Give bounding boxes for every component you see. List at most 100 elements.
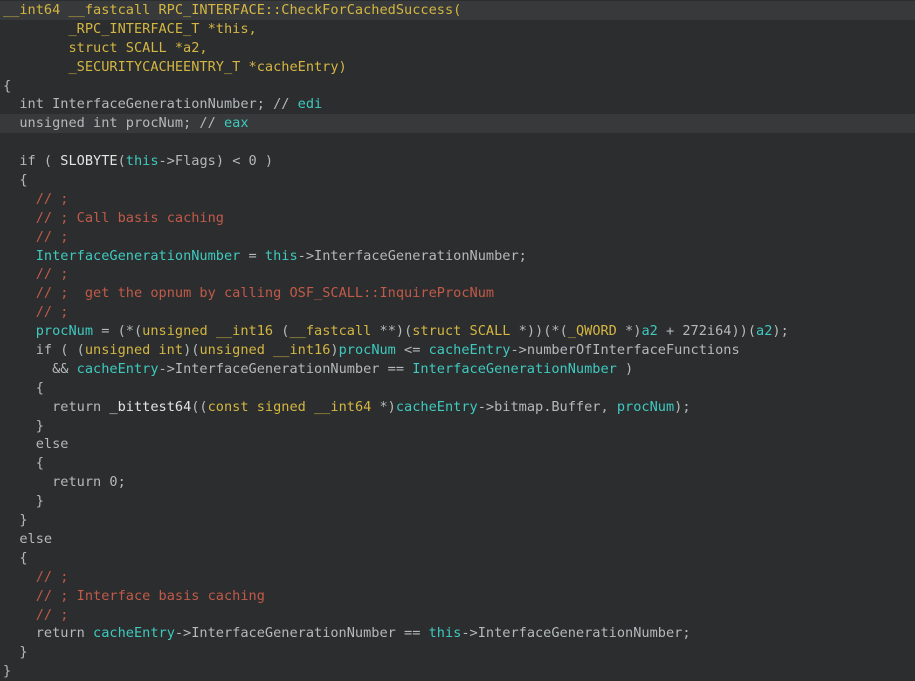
code-line[interactable]: struct SCALL *a2, <box>3 39 915 58</box>
code-token-default: else <box>3 436 68 452</box>
code-line[interactable]: { <box>3 549 915 568</box>
code-token-default <box>3 588 36 604</box>
code-token-default: } <box>3 644 28 660</box>
code-line[interactable]: return cacheEntry->InterfaceGenerationNu… <box>3 624 915 643</box>
code-token-default: ); <box>674 399 690 415</box>
code-line[interactable]: } <box>3 417 915 436</box>
code-token-default: } <box>3 663 11 679</box>
code-token-type: unsigned __int16 <box>199 342 330 358</box>
code-line[interactable]: } <box>3 511 915 530</box>
code-line[interactable]: procNum = (*(unsigned __int16 (__fastcal… <box>3 322 915 341</box>
code-line[interactable]: if ( SLOBYTE(this->Flags) < 0 ) <box>3 152 915 171</box>
code-token-default: { <box>3 172 28 188</box>
code-line[interactable]: // ; <box>3 303 915 322</box>
code-token-variable: InterfaceGenerationNumber <box>36 248 241 264</box>
code-line[interactable]: { <box>3 454 915 473</box>
code-token-variable: a2 <box>641 323 657 339</box>
code-token-type: _RPC_INTERFACE_T *this, <box>3 21 257 37</box>
code-token-comment: // ; <box>36 607 69 623</box>
code-token-default: } <box>3 512 28 528</box>
code-token-default: ); <box>772 323 788 339</box>
code-token-comment: // ; Interface basis caching <box>36 588 265 604</box>
code-line[interactable]: // ; <box>3 190 915 209</box>
code-token-default: { <box>3 78 11 94</box>
code-token-variable: procNum <box>36 323 93 339</box>
code-line[interactable] <box>3 133 915 152</box>
code-token-default <box>3 248 36 264</box>
code-token-comment: // ; <box>36 304 69 320</box>
code-token-default: )( <box>183 342 199 358</box>
code-line[interactable]: } <box>3 662 915 681</box>
code-token-default: ->InterfaceGenerationNumber == <box>159 361 413 377</box>
code-token-variable: cacheEntry <box>77 361 159 377</box>
code-token-default: = <box>240 248 265 264</box>
code-token-default: { <box>3 455 44 471</box>
code-token-default: *))(*( <box>510 323 567 339</box>
code-token-default: return <box>3 399 109 415</box>
code-line[interactable]: // ; Call basis caching <box>3 209 915 228</box>
code-line[interactable]: // ; <box>3 568 915 587</box>
code-token-comment: // ; <box>36 569 69 585</box>
code-token-variable: cacheEntry <box>396 399 478 415</box>
code-token-default: **)( <box>371 323 412 339</box>
code-token-variable: procNum <box>339 342 396 358</box>
code-line[interactable]: && cacheEntry->InterfaceGenerationNumber… <box>3 360 915 379</box>
code-line[interactable]: // ; <box>3 228 915 247</box>
code-line[interactable]: } <box>3 643 915 662</box>
code-token-default: } <box>3 493 44 509</box>
code-line[interactable]: { <box>3 379 915 398</box>
code-token-comment: // ; <box>36 191 69 207</box>
code-token-default: ->InterfaceGenerationNumber; <box>298 248 527 264</box>
code-line-current[interactable]: unsigned int procNum; // eax <box>0 114 915 133</box>
code-token-default <box>3 607 36 623</box>
code-line[interactable]: { <box>3 77 915 96</box>
code-line[interactable]: { <box>3 171 915 190</box>
code-token-default <box>3 304 36 320</box>
code-token-variable: this <box>265 248 298 264</box>
code-token-default: ->numberOfInterfaceFunctions <box>510 342 739 358</box>
code-token-variable: procNum <box>617 399 674 415</box>
code-token-default: && <box>3 361 77 377</box>
code-token-comment: // ; Call basis caching <box>36 210 224 226</box>
code-token-default: { <box>3 380 44 396</box>
code-line[interactable]: // ; get the opnum by calling OSF_SCALL:… <box>3 284 915 303</box>
code-line[interactable]: // ; Interface basis caching <box>3 587 915 606</box>
code-line[interactable]: _RPC_INTERFACE_T *this, <box>3 20 915 39</box>
code-token-default <box>3 569 36 585</box>
code-line[interactable]: // ; <box>3 606 915 625</box>
pseudocode-view[interactable]: __int64 __fastcall RPC_INTERFACE::CheckF… <box>0 0 915 681</box>
code-token-variable: edi <box>298 96 323 112</box>
code-token-type: struct SCALL <box>412 323 510 339</box>
code-token-type: const signed __int64 <box>208 399 372 415</box>
code-line[interactable]: else <box>3 530 915 549</box>
code-line[interactable]: return 0; <box>3 473 915 492</box>
code-line[interactable]: int InterfaceGenerationNumber; // edi <box>3 95 915 114</box>
code-token-default: { <box>3 550 28 566</box>
code-token-default: ->InterfaceGenerationNumber; <box>461 625 690 641</box>
code-token-type: __fastcall <box>289 323 371 339</box>
code-line[interactable]: InterfaceGenerationNumber = this->Interf… <box>3 247 915 266</box>
code-token-default: ( <box>118 153 126 169</box>
code-token-default: ( <box>273 323 289 339</box>
code-token-default: ->InterfaceGenerationNumber == <box>175 625 429 641</box>
code-line[interactable]: return _bittest64((const signed __int64 … <box>3 398 915 417</box>
code-token-default <box>3 210 36 226</box>
code-token-variable: this <box>126 153 159 169</box>
code-line[interactable]: _SECURITYCACHEENTRY_T *cacheEntry) <box>3 58 915 77</box>
code-token-comment: // ; <box>36 229 69 245</box>
code-token-variable: a2 <box>756 323 772 339</box>
code-line-current[interactable]: __int64 __fastcall RPC_INTERFACE::CheckF… <box>0 1 915 20</box>
code-token-default: ) <box>617 361 633 377</box>
code-token-default: if ( <box>3 153 60 169</box>
code-line[interactable]: // ; <box>3 265 915 284</box>
code-token-default: return <box>3 625 93 641</box>
code-token-variable: this <box>429 625 462 641</box>
code-line[interactable]: else <box>3 435 915 454</box>
code-line[interactable]: if ( (unsigned int)(unsigned __int16)pro… <box>3 341 915 360</box>
code-token-comment: // ; get the opnum by calling OSF_SCALL:… <box>36 285 494 301</box>
code-line[interactable]: } <box>3 492 915 511</box>
code-token-default: + 272i64))( <box>658 323 756 339</box>
code-token-default <box>3 191 36 207</box>
code-token-type: _QWORD <box>568 323 617 339</box>
code-token-default: ->bitmap.Buffer, <box>478 399 617 415</box>
